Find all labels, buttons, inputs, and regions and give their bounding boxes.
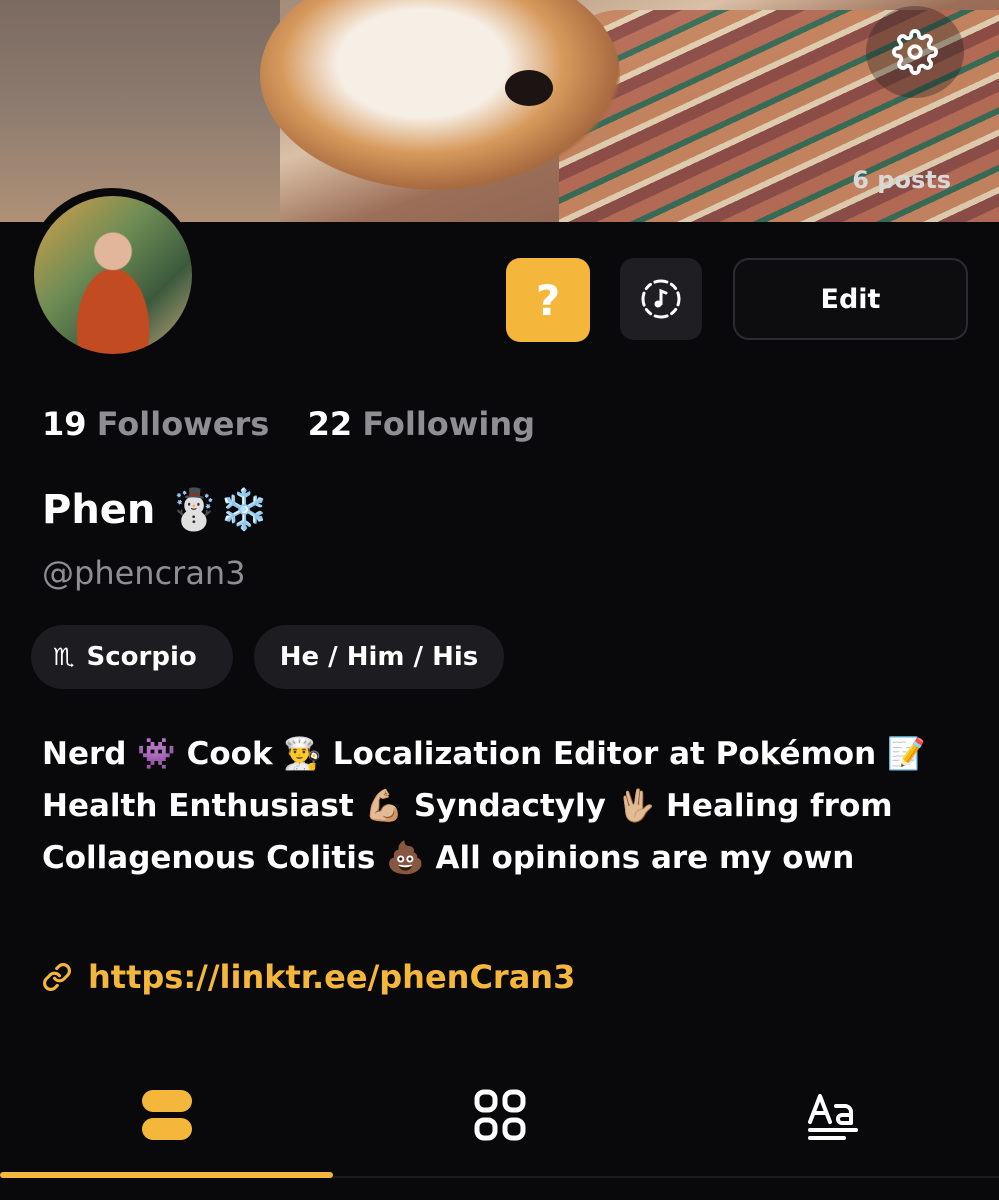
tab-text[interactable] bbox=[666, 1050, 999, 1180]
link-icon bbox=[42, 962, 72, 992]
help-button[interactable]: ? bbox=[506, 258, 590, 342]
profile-link[interactable]: https://linktr.ee/phenCran3 bbox=[42, 958, 575, 996]
following-count: 22 bbox=[307, 405, 353, 443]
following-label: Following bbox=[362, 405, 535, 443]
cover-photo[interactable] bbox=[0, 0, 999, 222]
profile-link-text: https://linktr.ee/phenCran3 bbox=[88, 958, 576, 996]
music-disc-icon bbox=[641, 279, 681, 319]
followers-link[interactable]: 19 Followers bbox=[42, 405, 279, 443]
active-tab-indicator bbox=[0, 1172, 333, 1178]
followers-count: 19 bbox=[42, 405, 87, 443]
edit-profile-button[interactable]: Edit bbox=[733, 258, 968, 340]
settings-button[interactable] bbox=[866, 6, 964, 98]
grid-icon bbox=[474, 1089, 525, 1141]
music-button[interactable] bbox=[620, 258, 702, 340]
tab-grid[interactable] bbox=[333, 1050, 666, 1180]
following-link[interactable]: 22 Following bbox=[308, 405, 535, 443]
zodiac-label: Scorpio bbox=[86, 642, 197, 672]
zodiac-chip: ♏ Scorpio bbox=[31, 625, 233, 689]
avatar[interactable] bbox=[34, 196, 192, 354]
pronouns-chip: He / Him / His bbox=[254, 625, 504, 689]
question-mark-icon: ? bbox=[535, 275, 561, 325]
profile-name: Phen ☃️❄️ bbox=[42, 487, 269, 533]
text-aa-icon bbox=[807, 1094, 858, 1140]
cover-photo-dog-nose bbox=[505, 70, 553, 106]
tab-posts[interactable] bbox=[0, 1050, 333, 1180]
gear-icon bbox=[892, 29, 938, 75]
pronouns-label: He / Him / His bbox=[279, 642, 479, 672]
profile-bio: Nerd 👾 Cook 👨‍🍳 Localization Editor at P… bbox=[42, 736, 926, 876]
cover-photo-couch bbox=[0, 0, 280, 222]
profile-handle: @phencran3 bbox=[42, 554, 246, 592]
stacked-cards-icon bbox=[141, 1090, 192, 1140]
follow-stats: 19 Followers 22 Following bbox=[42, 405, 535, 443]
followers-label: Followers bbox=[96, 405, 270, 443]
scorpio-icon: ♏ bbox=[53, 643, 75, 671]
posts-count: 6 posts bbox=[852, 166, 951, 194]
